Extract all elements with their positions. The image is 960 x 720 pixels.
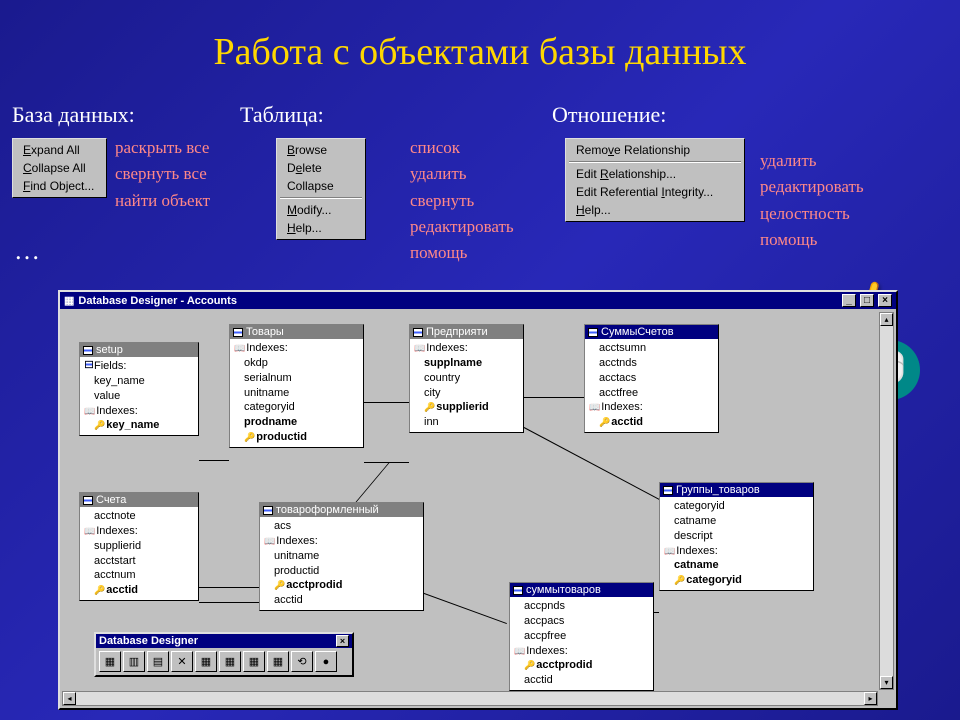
scroll-left[interactable]: ◂ (63, 692, 76, 705)
table-title: Группы_товаров (676, 484, 760, 496)
toolbox-title: Database Designer (99, 635, 198, 647)
menu-item-find-object[interactable]: Find Object... (15, 177, 104, 195)
designer-canvas[interactable]: setup Fields: key_name value Indexes: ke… (64, 312, 892, 690)
menu-item-collapse[interactable]: Collapse (279, 177, 363, 195)
scroll-right[interactable]: ▸ (864, 692, 877, 705)
menu-table[interactable]: Browse Delete Collapse Modify... Help... (276, 138, 366, 240)
table-title: Предприяти (426, 326, 488, 338)
menu-item-collapse-all[interactable]: Collapse All (15, 159, 104, 177)
tb-btn-9[interactable]: ⟲ (291, 651, 313, 672)
menu-item-browse[interactable]: Browse (279, 141, 363, 159)
db-designer-window[interactable]: ▦ Database Designer - Accounts _ □ × set… (58, 290, 898, 710)
tb-btn-8[interactable]: ▦ (267, 651, 289, 672)
minimize-button[interactable]: _ (842, 294, 856, 307)
slide-title: Работа с объектами базы данных (0, 0, 960, 74)
tb-btn-6[interactable]: ▦ (219, 651, 241, 672)
menu-item-edit-rel[interactable]: Edit Relationship... (568, 165, 742, 183)
tb-btn-4[interactable]: ✕ (171, 651, 193, 672)
menu-rel-translations: удалитьредактироватьцелостностьпомощь (760, 148, 864, 253)
scrollbar-h[interactable]: ◂ ▸ (62, 691, 878, 706)
tb-btn-2[interactable]: ▥ (123, 651, 145, 672)
scroll-up[interactable]: ▴ (880, 313, 893, 326)
table-tovform[interactable]: товароформленный acs Indexes: unitname p… (259, 502, 424, 611)
menu-item-delete[interactable]: Delete (279, 159, 363, 177)
maximize-button[interactable]: □ (860, 294, 874, 307)
table-scheta[interactable]: Счета acctnote Indexes: supplierid accts… (79, 492, 199, 601)
table-tovary[interactable]: Товары Indexes: okdp serialnum unitname … (229, 324, 364, 448)
menu-item-modify[interactable]: Modify... (279, 201, 363, 219)
toolbox-close[interactable]: × (336, 635, 349, 647)
grid-icon (83, 346, 93, 355)
tb-btn-5[interactable]: ▦ (195, 651, 217, 672)
table-title: Товары (246, 326, 284, 338)
scrollbar-v[interactable]: ▴ ▾ (879, 312, 894, 690)
table-setup[interactable]: setup Fields: key_name value Indexes: ke… (79, 342, 199, 436)
table-summytov[interactable]: суммытоваров accpnds accpacs accpfree In… (509, 582, 654, 691)
menu-item-expand-all[interactable]: Expand All (15, 141, 104, 159)
menu-item-edit-ref[interactable]: Edit Referential Integrity... (568, 183, 742, 201)
table-predpr[interactable]: Предприяти Indexes: supplname country ci… (409, 324, 524, 433)
designer-title: Database Designer - Accounts (78, 295, 237, 307)
menu-table-translations: списокудалитьсвернутьредактироватьпомощь (410, 135, 514, 267)
menu-item-remove-rel[interactable]: Remove Relationship (568, 141, 742, 159)
section-relation: Отношение: (552, 102, 666, 128)
designer-titlebar[interactable]: ▦ Database Designer - Accounts _ □ × (60, 292, 896, 309)
table-title: setup (96, 344, 123, 356)
table-summy[interactable]: СуммыСчетов acctsumn acctnds acctacs acc… (584, 324, 719, 433)
table-title: товароформленный (276, 504, 379, 516)
tb-btn-10[interactable]: ● (315, 651, 337, 672)
table-gruppy[interactable]: Группы_товаров categoryid catname descri… (659, 482, 814, 591)
designer-toolbox[interactable]: Database Designer × ▦ ▥ ▤ ✕ ▦ ▦ ▦ ▦ ⟲ ● (94, 632, 354, 677)
menu-relation[interactable]: Remove Relationship Edit Relationship...… (565, 138, 745, 222)
table-title: СуммыСчетов (601, 326, 674, 338)
titlebar-icon: ▦ (64, 294, 74, 307)
menu-db[interactable]: Expand All Collapse All Find Object... (12, 138, 107, 198)
scroll-down[interactable]: ▾ (880, 676, 893, 689)
tb-btn-7[interactable]: ▦ (243, 651, 265, 672)
ellipsis: … (14, 236, 40, 266)
table-title: суммытоваров (526, 584, 601, 596)
section-db: База данных: (12, 102, 135, 128)
tb-btn-3[interactable]: ▤ (147, 651, 169, 672)
section-table: Таблица: (240, 102, 324, 128)
table-title: Счета (96, 494, 126, 506)
menu-db-translations: раскрыть всесвернуть всенайти объект (115, 135, 210, 214)
tb-btn-1[interactable]: ▦ (99, 651, 121, 672)
menu-item-help[interactable]: Help... (279, 219, 363, 237)
menu-item-rel-help[interactable]: Help... (568, 201, 742, 219)
close-button[interactable]: × (878, 294, 892, 307)
